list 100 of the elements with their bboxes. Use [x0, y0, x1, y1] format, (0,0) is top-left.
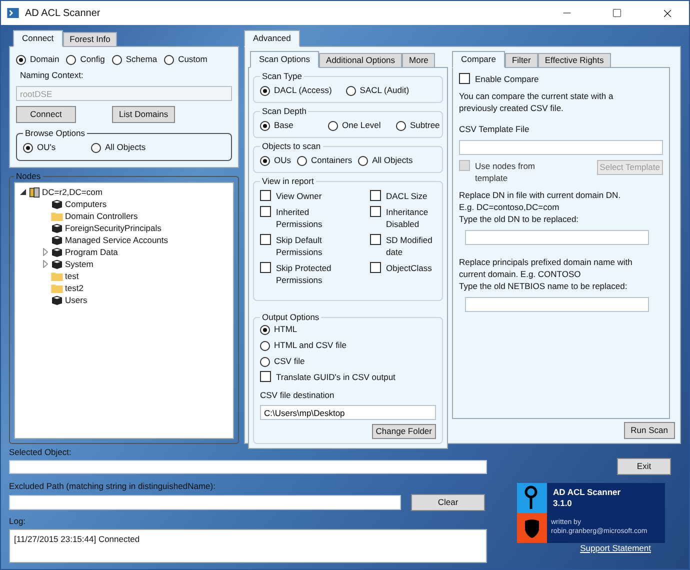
- action-button[interactable]: List Domains: [112, 106, 176, 123]
- box-icon: [51, 247, 63, 257]
- folder-icon: [51, 211, 63, 221]
- checkbox-label: Use nodes from template: [475, 160, 535, 184]
- radio-button[interactable]: [346, 86, 356, 96]
- tree-item[interactable]: Users: [65, 294, 88, 306]
- destination-field[interactable]: C:\Users\mp\Desktop: [260, 405, 436, 420]
- field-label: CSV file destination: [260, 389, 334, 401]
- checkbox[interactable]: [260, 262, 271, 273]
- radio-option[interactable]: All Objects: [358, 155, 413, 166]
- radio-button[interactable]: [66, 54, 76, 64]
- radio-button[interactable]: [112, 54, 122, 64]
- tab[interactable]: Additional Options: [319, 53, 402, 68]
- old-netbios-field[interactable]: [465, 297, 649, 312]
- tab[interactable]: Filter: [504, 53, 538, 68]
- radio-option[interactable]: One Level: [328, 120, 388, 131]
- checkbox-label: SD Modified date: [386, 234, 434, 258]
- checkbox[interactable]: [370, 262, 381, 273]
- tree-item[interactable]: Computers: [65, 198, 107, 210]
- selected-object-field[interactable]: [9, 460, 487, 474]
- field-label: Selected Object:: [9, 446, 72, 458]
- checkbox-label: Skip Default Permissions: [276, 234, 324, 258]
- group-title: Output Options: [261, 312, 320, 323]
- field-label: Naming Context:: [19, 70, 84, 81]
- radio-option[interactable]: OU's: [23, 142, 83, 153]
- tab[interactable]: Scan Options: [250, 51, 320, 68]
- radio-option[interactable]: Base: [260, 120, 320, 131]
- field-label: Excluded Path (matching string in distinguishedName):: [9, 480, 216, 492]
- box-icon: [51, 235, 63, 245]
- radio-button[interactable]: [260, 120, 270, 130]
- checkbox[interactable]: [370, 206, 381, 217]
- shield-icon: [517, 513, 547, 543]
- exit-button[interactable]: Exit: [617, 458, 671, 475]
- checkbox[interactable]: [370, 190, 381, 201]
- description-text: You can compare the current state with a previously created CSV file.: [459, 90, 614, 114]
- change-folder-button[interactable]: Change Folder: [372, 424, 436, 439]
- tree-item[interactable]: Program Data: [65, 246, 118, 258]
- radio-button[interactable]: [23, 142, 33, 152]
- tree-item[interactable]: test2: [65, 282, 84, 294]
- checkbox-label: Enable Compare: [475, 73, 539, 85]
- checkbox[interactable]: [260, 206, 271, 217]
- group-title: Objects to scan: [261, 141, 322, 152]
- tab[interactable]: Forest Info: [62, 32, 118, 47]
- group-title: View in report: [261, 176, 315, 187]
- tab[interactable]: Effective Rights: [538, 53, 611, 68]
- app-name: AD ACL Scanner 3.1.0: [552, 486, 622, 510]
- instruction-text: Replace principals prefixed domain name with current domain. E.g. CONTOSO Type the old NETBIOS name to be replaced:: [459, 256, 634, 292]
- radio-button[interactable]: [164, 54, 174, 64]
- template-field[interactable]: [459, 140, 663, 155]
- radio-option[interactable]: Subtree: [396, 120, 456, 131]
- tree-item[interactable]: Managed Service Accounts: [65, 234, 168, 246]
- checkbox[interactable]: [260, 234, 271, 245]
- radio-option[interactable]: OUs: [260, 155, 291, 166]
- radio-option[interactable]: HTML and CSV file: [260, 340, 380, 351]
- checkbox[interactable]: [260, 190, 271, 201]
- radio-button[interactable]: [260, 156, 270, 166]
- old-dn-field[interactable]: [465, 230, 649, 245]
- clear-button[interactable]: Clear: [411, 494, 485, 511]
- radio-option[interactable]: Custom: [164, 54, 208, 65]
- tree-item[interactable]: test: [65, 270, 79, 282]
- radio-option[interactable]: All Objects: [91, 142, 151, 153]
- tab[interactable]: Advanced: [244, 30, 300, 47]
- tab[interactable]: More: [402, 53, 436, 68]
- checkbox[interactable]: [459, 73, 470, 84]
- radio-button[interactable]: [358, 156, 368, 166]
- radio-button[interactable]: [328, 120, 338, 130]
- checkbox-label: Translate GUID's in CSV output: [276, 371, 396, 383]
- checkbox[interactable]: [370, 234, 381, 245]
- tab[interactable]: Connect: [13, 30, 63, 47]
- radio-option[interactable]: CSV file: [260, 356, 320, 367]
- radio-button[interactable]: [260, 324, 270, 334]
- radio-button[interactable]: [260, 356, 270, 366]
- radio-option[interactable]: SACL (Audit): [346, 85, 410, 96]
- radio-option[interactable]: Containers: [297, 155, 352, 166]
- group-title: Nodes: [15, 171, 42, 182]
- domain-icon: [29, 186, 40, 198]
- tree-item[interactable]: System: [65, 258, 94, 270]
- radio-option[interactable]: Domain: [16, 54, 60, 65]
- radio-button[interactable]: [297, 156, 307, 166]
- checkbox[interactable]: [260, 371, 271, 382]
- radio-option[interactable]: DACL (Access): [260, 85, 332, 96]
- checkbox-label: View Owner: [276, 190, 322, 202]
- window-title: AD ACL Scanner: [25, 8, 102, 18]
- excluded-path-field[interactable]: [9, 495, 401, 510]
- tree-item[interactable]: Domain Controllers: [65, 210, 138, 222]
- radio-option[interactable]: HTML: [260, 324, 322, 335]
- run-scan-button[interactable]: Run Scan: [624, 422, 675, 439]
- action-button[interactable]: Connect: [16, 106, 76, 123]
- tree-item[interactable]: ForeignSecurityPrincipals: [65, 222, 162, 234]
- radio-option[interactable]: Config: [66, 54, 105, 65]
- tab[interactable]: Compare: [452, 51, 505, 68]
- radio-option[interactable]: Schema: [112, 54, 158, 65]
- support-link[interactable]: Support Statement: [580, 543, 651, 554]
- expander-icon[interactable]: [19, 188, 27, 196]
- radio-button[interactable]: [260, 86, 270, 96]
- radio-button[interactable]: [16, 54, 26, 64]
- radio-button[interactable]: [396, 120, 406, 130]
- radio-button[interactable]: [91, 142, 101, 152]
- tree-item[interactable]: DC=r2,DC=com: [42, 186, 102, 198]
- radio-button[interactable]: [260, 340, 270, 350]
